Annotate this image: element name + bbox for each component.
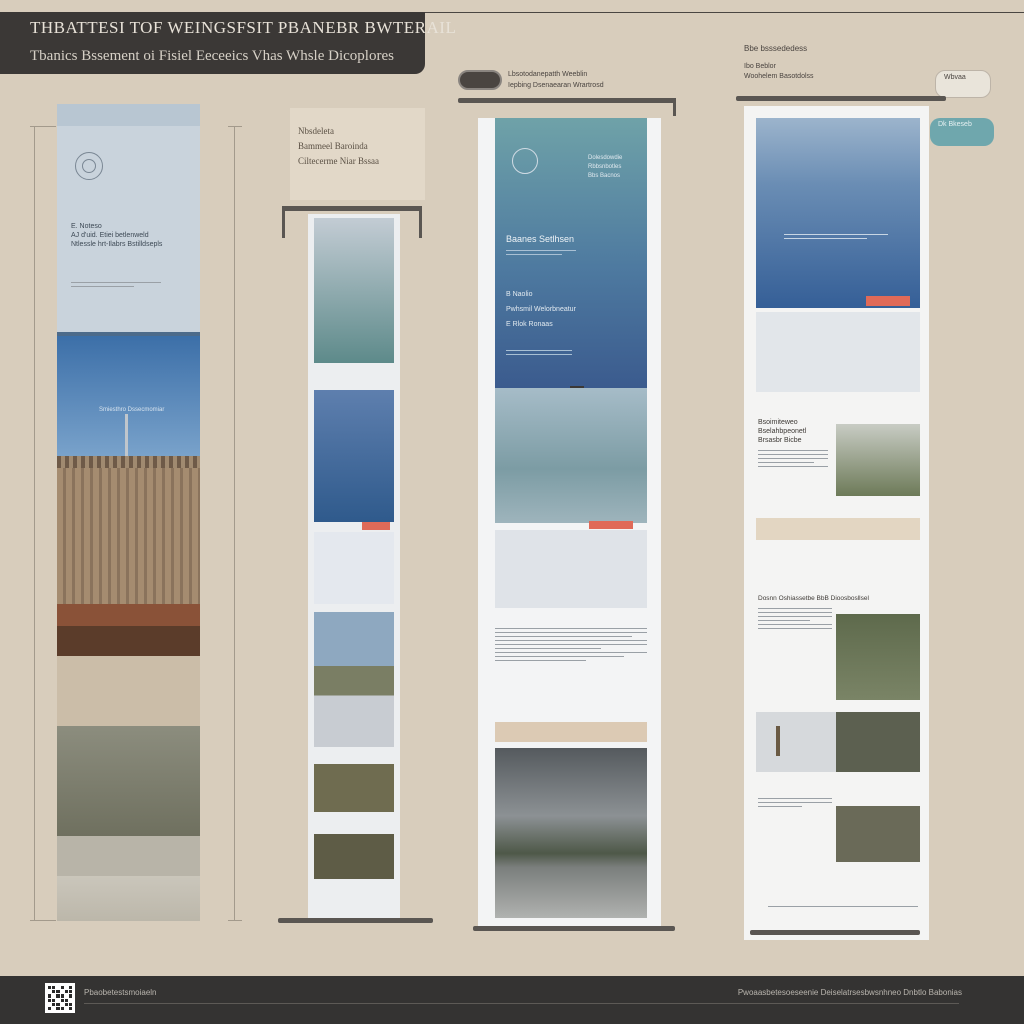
tree-photo <box>756 712 836 772</box>
rod-cap <box>673 98 676 116</box>
panel4-pill-1: Wbvaa <box>935 70 991 98</box>
page-header: THBATTESI TOF WEINGSFSIT PBANEBR BWTERAI… <box>0 12 457 74</box>
panel4-top-label-2: Ibo Beblor <box>744 63 776 70</box>
panel3-item-1: B Naolio <box>506 291 533 298</box>
panel1-line-1: E. Noteso <box>71 223 102 230</box>
panel2-label-3: Ciltecerme Niar Bssaa <box>298 156 379 166</box>
footer-bar <box>0 976 1024 1024</box>
scale-line-2 <box>234 126 235 921</box>
mountain-lake-photo <box>495 748 647 918</box>
ocean-photo <box>495 388 647 523</box>
sea-photo-2 <box>314 390 394 522</box>
red-tag <box>362 522 390 530</box>
panel3-side-3: Bbs Bacnos <box>588 173 621 179</box>
panel4-section1-1: Bsoimiteweo <box>758 419 798 426</box>
banner-top-strip <box>57 104 200 126</box>
panel4-pill-2: Dk Bkeseb <box>930 118 994 146</box>
panel4-section1-3: Brsasbr Bicbe <box>758 437 802 444</box>
scale-tick <box>228 126 242 127</box>
footer-left-text: Pbaobetestsmoiaeln <box>84 988 157 997</box>
plaza <box>57 656 200 726</box>
panel4-section1-2: Bselahbpeonetl <box>758 428 807 435</box>
article-text-lines <box>495 628 647 664</box>
facade <box>57 626 200 656</box>
banner-panel-2 <box>308 214 400 920</box>
ground-photo <box>836 806 920 862</box>
footer-right-text: Pwoaasbetesoeseenie Deiselatrsesbwsnhneo… <box>737 988 962 997</box>
section1-lines <box>758 450 828 470</box>
chart-area <box>314 532 394 604</box>
red-tag <box>589 521 633 529</box>
red-tag <box>866 296 910 306</box>
bottom-rod-4 <box>750 930 920 935</box>
panel4-top-label-3: Woohelem Basotdolss <box>744 73 814 80</box>
panel2-label-card: Nbsdeleta Bammeel Baroinda Ciltecerme Ni… <box>290 108 425 200</box>
section2-lines <box>758 608 832 632</box>
highlight-band <box>756 518 920 540</box>
ground-strip <box>57 836 200 876</box>
rod-cap <box>419 206 422 238</box>
sea-photo-1 <box>314 218 394 363</box>
chart-panel <box>756 312 920 392</box>
bottom-rod-3 <box>473 926 675 931</box>
panel3-side-1: Dolesdowdie <box>588 155 623 161</box>
building-photo <box>57 456 200 611</box>
panel4-section2-title: Dosnn Oshiassetbe BbB Dioosbosllsel <box>758 595 869 602</box>
panel1-text-lines <box>71 282 161 290</box>
panel3-heading: Baanes Setlhsen <box>506 234 575 244</box>
ocean-caption-lines <box>784 234 888 242</box>
section3-lines <box>758 798 832 810</box>
landscape-photo <box>57 726 200 836</box>
coast-photo <box>314 612 394 747</box>
panel2-label-1: Nbsdeleta <box>298 126 334 136</box>
page-title: THBATTESI TOF WEINGSFSIT PBANEBR BWTERAI… <box>30 18 457 37</box>
footer-rule <box>84 1003 959 1004</box>
item-lines <box>506 350 572 358</box>
footer-lines <box>768 906 918 910</box>
panel1-line-2: AJ d'uid. Etiei betlenweld <box>71 232 149 239</box>
banner-bottom <box>57 876 200 921</box>
header-rule <box>425 12 1024 13</box>
panel3-item-2: Pwhsmil Welorbneatur <box>506 306 576 313</box>
heading-lines <box>506 250 576 258</box>
banner-panel-4: Bsoimiteweo Bselahbpeonetl Brsasbr Bicbe… <box>744 106 929 940</box>
roof <box>57 604 200 626</box>
panel4-top-label: Bbe bsssededess <box>744 44 808 53</box>
scale-tick <box>30 920 56 921</box>
rod-cap <box>282 206 285 238</box>
panel3-tag-title: Lbsotodanepatth Weeblin <box>508 71 588 78</box>
terrain-photo-1 <box>314 764 394 812</box>
footnote-band <box>495 722 647 742</box>
panel3-item-3: E Rlok Ronaas <box>506 321 553 328</box>
rock-photo <box>836 712 920 772</box>
scale-tick <box>30 126 56 127</box>
hanging-rod-2 <box>282 206 422 211</box>
photo-caption: Smiesthro Dssecmomiar <box>99 407 165 413</box>
bottom-rod-2 <box>278 918 433 923</box>
emblem-icon <box>75 152 103 180</box>
page-subtitle: Tbanics Bssement oi Fisiel Eeceeics Vhas… <box>30 48 394 64</box>
scale-line-left <box>34 126 35 921</box>
banner-panel-1: E. Noteso AJ d'uid. Etiei betlenweld Ntl… <box>57 104 200 921</box>
terrain-photo <box>836 614 920 700</box>
chart-panel <box>495 530 647 608</box>
qr-code-icon <box>45 983 75 1013</box>
emblem-icon <box>512 148 538 174</box>
hanging-rod-4 <box>736 96 946 101</box>
hanging-rod-3 <box>458 98 676 103</box>
banner-panel-3: Dolesdowdie Rbbsnbotles Bbs Bacnos Baane… <box>478 118 661 926</box>
field-photo <box>836 424 920 496</box>
scale-tick <box>228 920 242 921</box>
panel3-side-2: Rbbsnbotles <box>588 164 622 170</box>
panel1-line-3: Ntlessle hrt-Ilabrs Bstilldsepls <box>71 241 163 248</box>
ocean-horizon-photo <box>756 118 920 308</box>
panel2-label-2: Bammeel Baroinda <box>298 141 368 151</box>
roofline <box>57 456 200 468</box>
panel3-logo-badge <box>458 70 502 90</box>
panel3-tag-subtitle: Iepbing Dsenaearan Wrartrosd <box>508 82 604 89</box>
terrain-photo-2 <box>314 834 394 879</box>
